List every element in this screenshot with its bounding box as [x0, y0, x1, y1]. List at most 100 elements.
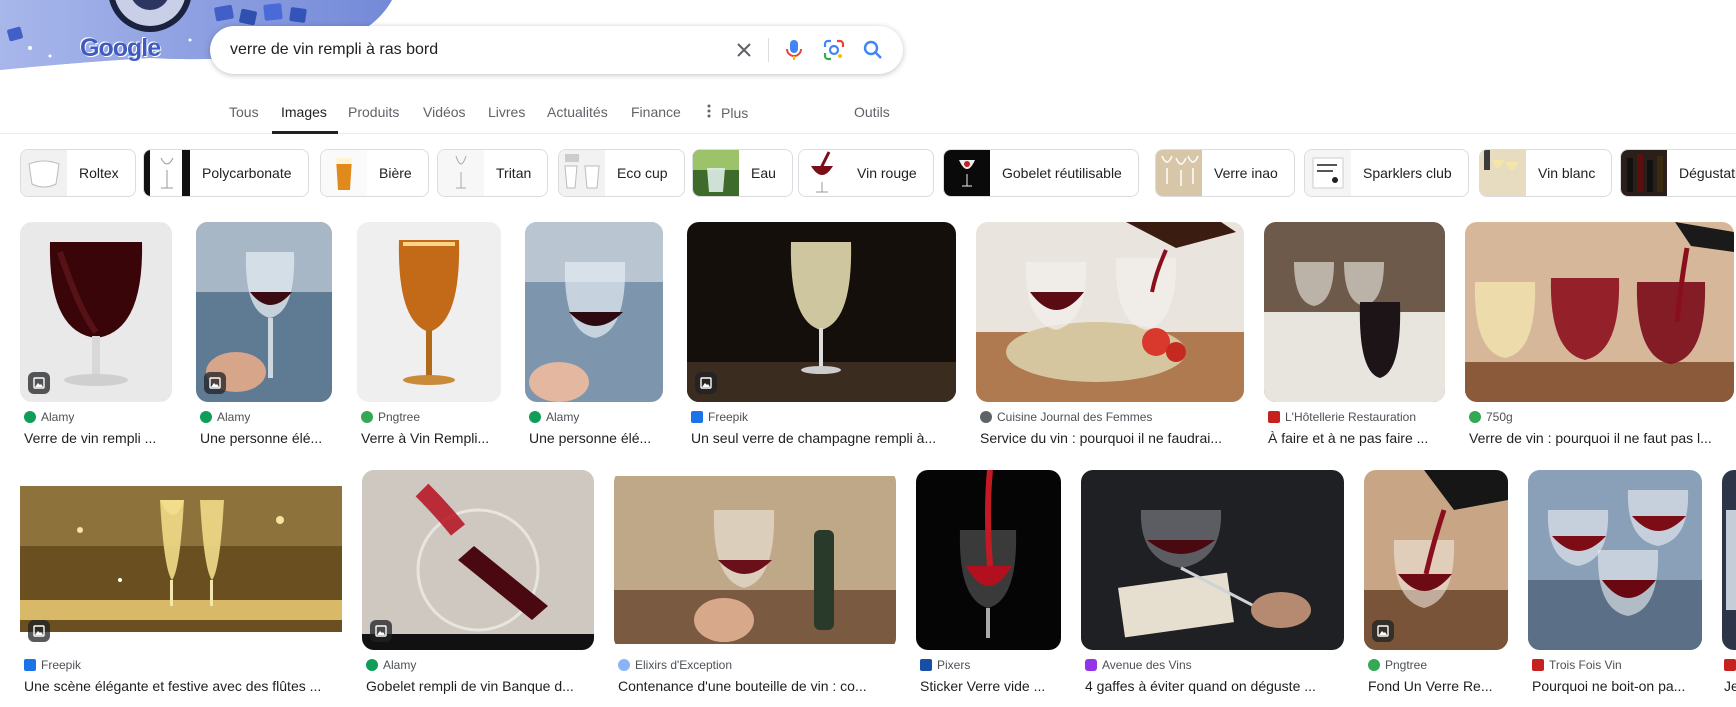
tab-finance[interactable]: Finance: [631, 104, 681, 120]
result-thumbnail[interactable]: [687, 222, 956, 402]
result-title[interactable]: À faire et à ne pas faire ...: [1268, 430, 1445, 446]
search-icon[interactable]: [861, 38, 885, 62]
result-thumbnail[interactable]: [1081, 470, 1344, 650]
result-source[interactable]: L'Hôtellerie Restauration: [1268, 410, 1416, 424]
result-source[interactable]: Pngtree: [361, 410, 420, 424]
tab-images[interactable]: Images: [281, 104, 327, 120]
chip-vin-rouge[interactable]: Vin rouge: [798, 149, 934, 197]
result-thumbnail[interactable]: [525, 222, 663, 402]
result-source[interactable]: Trois Fois Vin: [1532, 658, 1622, 672]
result-source[interactable]: 750g: [1469, 410, 1513, 424]
result-thumbnail[interactable]: [1528, 470, 1702, 650]
chip-thumbnail: [799, 150, 845, 196]
image-result[interactable]: Pixers Sticker Verre vide ...: [916, 470, 1061, 700]
result-title[interactable]: Service du vin : pourquoi il ne faudrai.…: [980, 430, 1244, 446]
image-result[interactable]: Elixirs d'Exception Contenance d'une bou…: [614, 470, 896, 700]
source-favicon: [200, 411, 212, 423]
result-source[interactable]: Cuisine Journal des Femmes: [980, 410, 1152, 424]
image-result[interactable]: S Je: [1722, 470, 1736, 700]
result-title[interactable]: Pourquoi ne boit-on pa...: [1532, 678, 1702, 694]
image-result[interactable]: Pngtree Fond Un Verre Re...: [1364, 470, 1508, 700]
source-favicon: [691, 411, 703, 423]
google-lens-icon[interactable]: [822, 38, 846, 62]
chip-degustation[interactable]: Dégustation: [1620, 149, 1736, 197]
result-title[interactable]: Un seul verre de champagne rempli à...: [691, 430, 956, 446]
result-source[interactable]: Pixers: [920, 658, 970, 672]
result-title[interactable]: Sticker Verre vide ...: [920, 678, 1061, 694]
tab-products[interactable]: Produits: [348, 104, 399, 120]
image-result[interactable]: Alamy Verre de vin rempli ...: [20, 222, 172, 452]
image-result[interactable]: Avenue des Vins 4 gaffes à éviter quand …: [1081, 470, 1344, 700]
result-source[interactable]: Alamy: [200, 410, 250, 424]
result-thumbnail[interactable]: [916, 470, 1061, 650]
result-source[interactable]: S: [1724, 658, 1736, 672]
chip-sparklers-club[interactable]: Sparklers club: [1304, 149, 1469, 197]
chip-eau[interactable]: Eau: [692, 149, 793, 197]
result-thumbnail[interactable]: [20, 470, 342, 650]
tools-button[interactable]: Outils: [854, 104, 890, 120]
result-thumbnail[interactable]: [976, 222, 1244, 402]
result-title[interactable]: Une personne élé...: [200, 430, 332, 446]
tab-videos[interactable]: Vidéos: [423, 104, 466, 120]
result-source[interactable]: Alamy: [529, 410, 579, 424]
result-title[interactable]: Une personne élé...: [529, 430, 663, 446]
image-result[interactable]: Freepik Un seul verre de champagne rempl…: [687, 222, 956, 452]
chip-verre-inao[interactable]: Verre inao: [1155, 149, 1295, 197]
result-title[interactable]: 4 gaffes à éviter quand on déguste ...: [1085, 678, 1344, 694]
result-source[interactable]: Freepik: [691, 410, 748, 424]
image-result[interactable]: 750g Verre de vin : pourquoi il ne faut …: [1465, 222, 1734, 452]
source-name: Pngtree: [378, 410, 421, 424]
result-source[interactable]: Avenue des Vins: [1085, 658, 1192, 672]
chip-eco-cup[interactable]: Eco cup: [558, 149, 685, 197]
chip-tritan[interactable]: Tritan: [437, 149, 549, 197]
result-thumbnail[interactable]: [20, 222, 172, 402]
microphone-icon[interactable]: [782, 38, 806, 62]
search-input[interactable]: verre de vin rempli à ras bord: [230, 41, 438, 59]
chip-polycarbonate[interactable]: Polycarbonate: [143, 149, 309, 197]
tab-books[interactable]: Livres: [488, 104, 525, 120]
result-source[interactable]: Freepik: [24, 658, 81, 672]
tab-more[interactable]: Plus: [707, 104, 748, 121]
chip-roltex[interactable]: Roltex: [20, 149, 136, 197]
result-thumbnail[interactable]: [1722, 470, 1736, 650]
result-thumbnail[interactable]: [1465, 222, 1734, 402]
result-thumbnail[interactable]: [614, 470, 896, 650]
result-title[interactable]: Contenance d'une bouteille de vin : co..…: [618, 678, 896, 694]
image-result[interactable]: L'Hôtellerie Restauration À faire et à n…: [1264, 222, 1445, 452]
image-result[interactable]: Trois Fois Vin Pourquoi ne boit-on pa...: [1528, 470, 1702, 700]
source-name: L'Hôtellerie Restauration: [1285, 410, 1417, 424]
result-source[interactable]: Elixirs d'Exception: [618, 658, 732, 672]
result-thumbnail[interactable]: [362, 470, 594, 650]
tab-all[interactable]: Tous: [229, 104, 259, 120]
chip-thumbnail: [321, 150, 367, 196]
clear-icon[interactable]: [732, 38, 756, 62]
result-title[interactable]: Gobelet rempli de vin Banque d...: [366, 678, 594, 694]
search-box[interactable]: verre de vin rempli à ras bord: [210, 26, 903, 74]
result-title[interactable]: Fond Un Verre Re...: [1368, 678, 1508, 694]
tab-news[interactable]: Actualités: [547, 104, 608, 120]
result-thumbnail[interactable]: [196, 222, 332, 402]
result-title[interactable]: Je: [1724, 678, 1736, 694]
tab-more-label: Plus: [721, 104, 749, 121]
chip-label: Vin rouge: [857, 165, 917, 181]
image-result[interactable]: Cuisine Journal des Femmes Service du vi…: [976, 222, 1244, 452]
chip-vin-blanc[interactable]: Vin blanc: [1479, 149, 1613, 197]
result-source[interactable]: Alamy: [24, 410, 74, 424]
result-source[interactable]: Pngtree: [1368, 658, 1427, 672]
google-logo[interactable]: Google: [80, 34, 161, 63]
result-thumbnail[interactable]: [1264, 222, 1445, 402]
image-result[interactable]: Pngtree Verre à Vin Rempli...: [357, 222, 501, 452]
result-title[interactable]: Verre à Vin Rempli...: [361, 430, 501, 446]
image-result[interactable]: Alamy Une personne élé...: [525, 222, 663, 452]
result-title[interactable]: Verre de vin rempli ...: [24, 430, 172, 446]
image-result[interactable]: Alamy Une personne élé...: [196, 222, 332, 452]
image-result[interactable]: Freepik Une scène élégante et festive av…: [20, 470, 342, 700]
result-thumbnail[interactable]: [1364, 470, 1508, 650]
result-title[interactable]: Une scène élégante et festive avec des f…: [24, 678, 342, 694]
result-source[interactable]: Alamy: [366, 658, 416, 672]
chip-biere[interactable]: Bière: [320, 149, 429, 197]
image-result[interactable]: Alamy Gobelet rempli de vin Banque d...: [362, 470, 594, 700]
chip-gobelet-reutilisable[interactable]: Gobelet réutilisable: [943, 149, 1139, 197]
result-thumbnail[interactable]: [357, 222, 501, 402]
result-title[interactable]: Verre de vin : pourquoi il ne faut pas l…: [1469, 430, 1734, 446]
